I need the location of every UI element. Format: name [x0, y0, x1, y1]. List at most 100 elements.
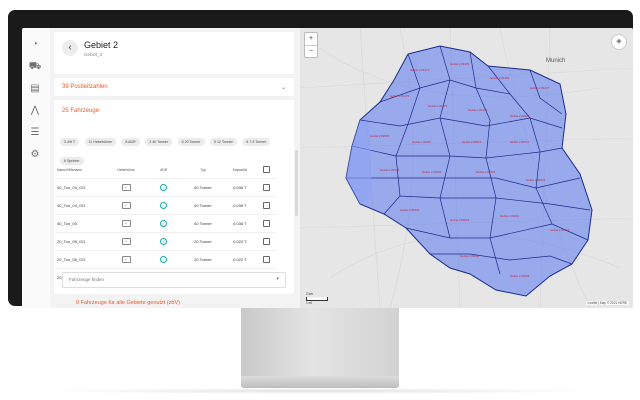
- region-label: Gebiet 2 82067: [412, 140, 432, 144]
- region-label: Gebiet 2 82041: [550, 228, 570, 232]
- chip[interactable]: 11 Hebebühne: [84, 138, 116, 146]
- nav-rail: ◔ ⛟ ▤ ⋀ ☰ ⚙: [22, 28, 51, 308]
- page-title: Gebiet 2: [84, 40, 119, 50]
- region-label: Gebiet 2 81369: [490, 76, 510, 80]
- zoom-out-button[interactable]: −: [305, 46, 317, 58]
- scale-bar: 2 km 1 mi: [306, 292, 328, 305]
- col-kapazitaet: Kapazität: [232, 168, 247, 172]
- row-checkbox[interactable]: [262, 201, 270, 209]
- list-settings-icon[interactable]: ☰: [28, 126, 42, 140]
- row-checkbox[interactable]: [262, 219, 270, 227]
- check-icon: ✓: [160, 238, 168, 245]
- region-label: Gebiet 2 81476: [390, 94, 410, 98]
- footer-note: 0 Fahrzeuge für alle Gebiete genutzt (zb…: [76, 300, 180, 306]
- floor-shadow: [40, 388, 600, 394]
- cell-kap: 0.022 T: [222, 250, 257, 269]
- check-icon: ✓: [160, 184, 168, 191]
- minus-icon: −: [121, 184, 131, 191]
- screen: ◔ ⛟ ▤ ⋀ ☰ ⚙ ‹ Gebiet 2 Gebiet_2 39 Postl…: [22, 28, 633, 308]
- region-label: Gebiet 2 82024: [450, 218, 470, 222]
- cell-kap: 0.036 T: [222, 214, 257, 233]
- select-all-checkbox[interactable]: [262, 166, 270, 173]
- zoom-in-button[interactable]: +: [305, 33, 317, 46]
- select-placeholder: Fahrzeuge finden: [69, 277, 105, 282]
- region-label: Gebiet 2 81539: [476, 170, 496, 174]
- table-row[interactable]: 40_Ton_04_GG − ✓ 40 Tonner 0.036 T: [56, 196, 276, 215]
- col-adr: ADR: [160, 168, 168, 172]
- row-checkbox[interactable]: [262, 255, 270, 263]
- region-label: Gebiet 2 82031: [500, 214, 520, 218]
- table-scrollbar[interactable]: [295, 150, 298, 216]
- col-select: [257, 162, 276, 179]
- fahrzeug-table: Name/Hilfsname Hebebühne ADR Typ Kapazit…: [56, 162, 276, 286]
- chip[interactable]: 5 12 Tonner: [209, 138, 237, 146]
- page-subtitle: Gebiet_2: [84, 52, 103, 57]
- postleitzahlen-label: 39 Postleitzahlen: [62, 84, 108, 90]
- truck-icon[interactable]: ⛟: [28, 60, 42, 74]
- map-view[interactable]: Gebiet 2 81371 Gebiet 2 81379 Gebiet 2 813…: [300, 28, 633, 308]
- table-row[interactable]: 20_Ton_06_GG − ✓ 20 Tonner 0.022 T: [56, 250, 276, 269]
- cell-kap: 0.036 T: [222, 178, 257, 197]
- region-label: Gebiet 2 82064: [460, 254, 480, 258]
- cell-name: 40_Ton_03_GG: [56, 178, 108, 197]
- region-label: Gebiet 2 81545: [380, 168, 400, 172]
- region-label: Gebiet 2 81475: [428, 104, 448, 108]
- cell-kap: 0.036 T: [222, 196, 257, 215]
- table-row[interactable]: 40_Ton_05 − ✓ 40 Tonner 0.036 T: [56, 214, 276, 233]
- region-label: Gebiet 2 81543: [400, 208, 420, 212]
- table-row[interactable]: 40_Ton_03_GG − ✓ 40 Tonner 0.036 T: [56, 178, 276, 197]
- minus-icon: −: [121, 202, 131, 209]
- check-icon: ✓: [160, 220, 168, 227]
- region-label: Gebiet 2 82065: [370, 134, 390, 138]
- back-button[interactable]: ‹: [62, 40, 78, 56]
- minus-icon: −: [121, 256, 131, 263]
- caret-down-icon: ▾: [276, 276, 279, 282]
- chevron-left-icon: ‹: [68, 42, 72, 53]
- fahrzeuge-search-select[interactable]: Fahrzeuge finden ▾: [62, 272, 286, 288]
- cell-name: 40_Ton_05: [56, 214, 108, 233]
- map-attribution[interactable]: Leaflet | Map © 2021 HERE: [585, 301, 629, 305]
- cell-name: 40_Ton_04_GG: [56, 196, 108, 215]
- cell-typ: 40 Tonner: [183, 178, 223, 197]
- cell-typ: 40 Tonner: [183, 196, 223, 215]
- cell-typ: 20 Tonner: [183, 232, 223, 251]
- cell-name: 20_Ton_06_GG: [56, 250, 108, 269]
- table-header: Name/Hilfsname Hebebühne ADR Typ Kapazit…: [56, 162, 276, 179]
- region-label: Gebiet 2 81379: [450, 62, 470, 66]
- stage: ◔ ⛟ ▤ ⋀ ☰ ⚙ ‹ Gebiet 2 Gebiet_2 39 Postl…: [0, 0, 640, 400]
- chip[interactable]: 6 7.5 Tonner: [242, 138, 271, 146]
- scale-mi: 1 mi: [306, 301, 313, 305]
- col-name: Name/Hilfsname: [57, 168, 83, 172]
- minus-icon: −: [121, 238, 131, 245]
- map-canvas[interactable]: [300, 28, 633, 308]
- postleitzahlen-section[interactable]: 39 Postleitzahlen ⌄: [54, 78, 294, 96]
- monitor-stand-base: [241, 376, 399, 388]
- row-checkbox[interactable]: [262, 183, 270, 191]
- pie-chart-icon[interactable]: ◔: [28, 38, 42, 52]
- route-icon[interactable]: ⋀: [28, 104, 42, 118]
- region-label: Gebiet 2 85521: [462, 140, 482, 144]
- region-label: Gebiet 2 81477: [530, 86, 550, 90]
- panel-header: ‹ Gebiet 2 Gebiet_2: [54, 32, 294, 74]
- region-label: Gebiet 2 81549: [422, 170, 442, 174]
- clipboard-icon[interactable]: ▤: [28, 82, 42, 96]
- scale-km: 2 km: [306, 292, 313, 296]
- chevron-down-icon: ⌄: [280, 85, 286, 91]
- chip[interactable]: 3.49t T: [60, 138, 80, 146]
- chip[interactable]: 5 20 Tonner: [177, 138, 205, 146]
- settings-icon[interactable]: ⚙: [28, 148, 42, 162]
- minus-icon: −: [121, 220, 131, 227]
- col-typ: Typ: [200, 168, 206, 172]
- region-label: Gebiet 2 81547: [510, 140, 530, 144]
- row-checkbox[interactable]: [262, 237, 270, 245]
- region-label: Gebiet 2 81371: [410, 68, 430, 72]
- monitor-bezel: ◔ ⛟ ▤ ⋀ ☰ ⚙ ‹ Gebiet 2 Gebiet_2 39 Postl…: [8, 10, 633, 308]
- city-label: Munich: [546, 58, 566, 64]
- chip[interactable]: 3 40 Tonner: [145, 138, 173, 146]
- chip[interactable]: 8 ADR: [121, 138, 140, 146]
- cell-typ: 40 Tonner: [183, 214, 223, 233]
- layers-icon: ◈: [616, 38, 622, 45]
- layers-button[interactable]: ◈: [611, 34, 627, 50]
- col-hebebuehne: Hebebühne: [117, 168, 135, 172]
- table-row[interactable]: 20_Ton_05_GG − ✓ 20 Tonner 0.022 T: [56, 232, 276, 251]
